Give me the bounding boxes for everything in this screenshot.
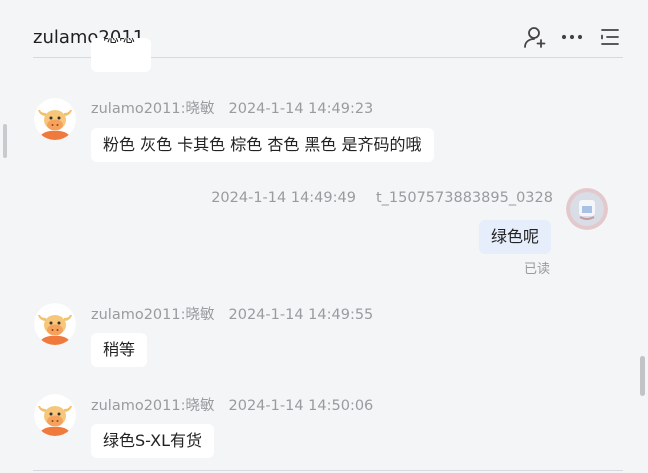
sender-name: zulamo2011:晓敏 xyxy=(91,398,215,414)
more-icon[interactable] xyxy=(559,24,585,50)
sender-name: t_1507573883895_0328 xyxy=(375,190,553,206)
message-meta: zulamo2011:晓敏 2024-1-14 14:49:55 xyxy=(91,303,373,324)
sender-name: zulamo2011:晓敏 xyxy=(91,101,215,117)
message-text: 嗯嗯 xyxy=(103,38,135,54)
read-status: 已读 xyxy=(524,262,551,277)
left-scrollbar[interactable] xyxy=(3,124,7,158)
menu-list-icon[interactable] xyxy=(597,24,623,50)
input-divider xyxy=(33,470,623,471)
message-bubble: 粉色 灰色 卡其色 棕色 杏色 黑色 是齐码的哦 xyxy=(91,128,434,162)
avatar-user[interactable] xyxy=(566,188,608,230)
timestamp: 2024-1-14 14:50:06 xyxy=(228,398,374,414)
sender-name: zulamo2011:晓敏 xyxy=(91,307,215,323)
timestamp: 2024-1-14 14:49:49 xyxy=(211,190,356,206)
message-meta: zulamo2011:晓敏 2024-1-14 14:49:23 xyxy=(91,97,373,118)
timestamp: 2024-1-14 14:49:55 xyxy=(228,307,374,323)
message-meta: 2024-1-14 14:49:49 t_1507573883895_0328 xyxy=(211,190,553,206)
avatar-seller[interactable] xyxy=(34,98,76,140)
avatar-seller[interactable] xyxy=(34,303,76,345)
avatar-seller[interactable] xyxy=(34,394,76,436)
message-bubble: 绿色S-XL有货 xyxy=(91,424,215,458)
message-bubble: 稍等 xyxy=(91,333,148,367)
timestamp: 2024-1-14 14:49:23 xyxy=(228,101,374,117)
message-meta: zulamo2011:晓敏 2024-1-14 14:50:06 xyxy=(91,394,373,415)
add-contact-icon[interactable] xyxy=(522,24,548,50)
message-bubble-partial: 嗯嗯 xyxy=(91,38,151,72)
message-bubble: 绿色呢 xyxy=(479,220,552,254)
chat-scrollbar[interactable] xyxy=(640,356,645,396)
